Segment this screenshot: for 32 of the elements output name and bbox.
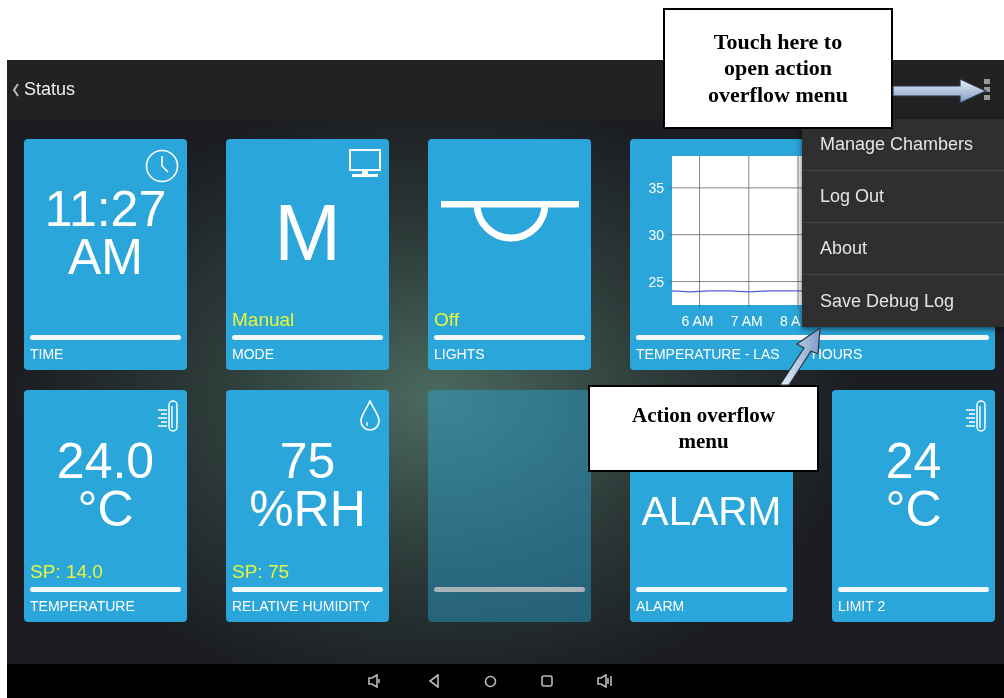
tile-label: LIMIT 2: [838, 598, 886, 614]
tile-value: ALARM: [641, 486, 782, 536]
y-tick-label: 30: [648, 226, 664, 243]
y-tick-label: 25: [648, 273, 664, 290]
tile-label: TEMPERATURE: [30, 598, 135, 614]
tile-label: ALARM: [636, 598, 685, 614]
tile-value: 24: [885, 436, 942, 485]
tile-value: M: [274, 193, 341, 273]
tile-value: %RH: [249, 484, 366, 533]
tile-value: 75: [279, 436, 336, 485]
setpoint-text: SP: 14.0: [30, 561, 103, 583]
x-tick-label: 8 A: [780, 313, 801, 329]
callout-tooltip: Action overflow menu: [588, 385, 819, 472]
tile-label: HOURS: [811, 346, 863, 362]
tile-value: AM: [68, 233, 143, 281]
setpoint-text: Manual: [232, 309, 295, 331]
tile-label: MODE: [232, 346, 274, 362]
tile-label: RELATIVE HUMIDITY: [232, 598, 371, 614]
tile-label: TEMPERATURE - LAS: [636, 346, 780, 362]
x-tick-label: 7 AM: [730, 313, 763, 329]
tile-value: °C: [885, 484, 942, 533]
screen-title: Status: [24, 78, 76, 101]
tile-label: TIME: [30, 346, 64, 362]
callout-tooltip: Touch here to open action overflow menu: [663, 8, 893, 129]
x-tick-label: 6 AM: [681, 313, 714, 329]
tile-label: LIGHTS: [434, 346, 485, 362]
setpoint-text: SP: 75: [232, 561, 290, 583]
y-tick-label: 35: [648, 179, 664, 196]
setpoint-text: Off: [434, 309, 459, 331]
tile-value: 11:27: [44, 185, 167, 233]
tile-value: °C: [77, 484, 134, 533]
tile-value: 24.0: [56, 436, 155, 485]
